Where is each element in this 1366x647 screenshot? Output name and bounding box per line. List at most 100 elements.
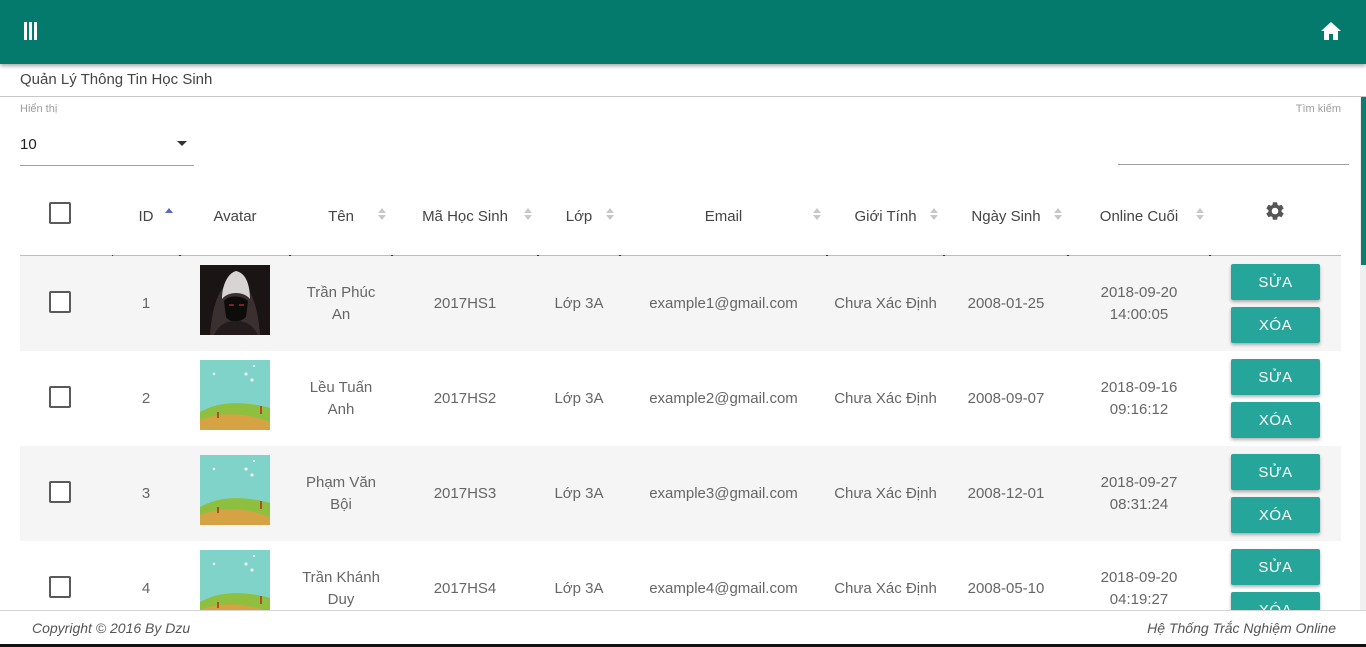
column-header-gender-label: Giới Tính [854, 207, 917, 225]
name-line: Trần Phúc [306, 283, 376, 301]
cell-name: Phạm Văn Bội [290, 446, 392, 541]
column-header-email-label: Email [704, 207, 743, 225]
search-label: Tìm kiếm [1295, 103, 1341, 115]
student-avatar [200, 265, 270, 335]
column-header-birthday[interactable]: Ngày Sinh [944, 176, 1068, 256]
cell-email: example1@gmail.com [649, 294, 798, 312]
edit-button[interactable]: SỬA [1231, 549, 1320, 585]
gear-icon[interactable] [1264, 200, 1286, 222]
cell-student-code: 2017HS3 [433, 484, 497, 502]
title-divider [0, 96, 1366, 97]
menu-bars-icon[interactable] [24, 22, 40, 42]
column-header-avatar: Avatar [180, 176, 290, 256]
cell-class: Lớp 3A [554, 484, 604, 502]
system-name: Hệ Thống Trắc Nghiệm Online [1147, 620, 1336, 636]
search-input[interactable] [1118, 134, 1349, 165]
sort-icon[interactable] [1054, 208, 1062, 222]
column-header-student-code-label: Mã Học Sinh [422, 207, 508, 225]
cell-gender: Chưa Xác Định [834, 579, 937, 597]
column-header-birthday-label: Ngày Sinh [971, 207, 1041, 225]
row-checkbox[interactable] [49, 576, 71, 598]
cell-student-code: 2017HS2 [433, 389, 497, 407]
cell-class: Lớp 3A [554, 389, 604, 407]
student-avatar [200, 360, 270, 430]
cell-id: 2 [141, 389, 151, 407]
online-date: 2018-09-27 [1100, 473, 1178, 491]
name-line: Duy [327, 590, 355, 608]
cell-email: example3@gmail.com [649, 484, 798, 502]
delete-button[interactable]: XÓA [1231, 497, 1320, 533]
cell-class: Lớp 3A [554, 294, 604, 312]
sort-icon[interactable] [813, 208, 821, 222]
cell-id: 1 [141, 294, 151, 312]
edit-button[interactable]: SỬA [1231, 454, 1320, 490]
online-date: 2018-09-20 [1100, 283, 1178, 301]
student-avatar [200, 455, 270, 525]
online-time: 04:19:27 [1109, 590, 1169, 608]
top-app-bar [0, 0, 1366, 64]
edit-button[interactable]: SỬA [1231, 264, 1320, 300]
table-row: 1 Trần Phúc An 2017HS1 Lớp 3A example1@gm… [20, 256, 1341, 351]
cell-last-online: 2018-09-20 14:00:05 [1068, 256, 1210, 351]
scrollbar-thumb[interactable] [1361, 97, 1366, 265]
column-header-last-online[interactable]: Online Cuối [1068, 176, 1210, 256]
copyright-text: Copyright © 2016 By Dzu [32, 620, 191, 636]
table-row: 2 Lều Tuấn Anh 2017HS2 Lớp 3A example2@gm… [20, 351, 1341, 446]
cell-name: Trần Phúc An [290, 256, 392, 351]
column-header-email[interactable]: Email [620, 176, 827, 256]
column-header-student-code[interactable]: Mã Học Sinh [392, 176, 538, 256]
row-checkbox[interactable] [49, 291, 71, 313]
online-time: 09:16:12 [1109, 400, 1169, 418]
page-size-select[interactable]: 10 [20, 128, 194, 166]
sort-icon[interactable] [378, 208, 386, 222]
name-line: Anh [327, 400, 355, 418]
sort-icon[interactable] [524, 208, 532, 222]
table-header: ID Avatar Tên Mã Học Sinh Lớp Email Giới… [20, 176, 1341, 256]
home-icon[interactable] [1320, 21, 1342, 41]
cell-email: example4@gmail.com [649, 579, 798, 597]
cell-email: example2@gmail.com [649, 389, 798, 407]
column-header-class-label: Lớp [565, 207, 593, 225]
column-header-name[interactable]: Tên [290, 176, 392, 256]
page-size-label: Hiển thị [20, 103, 58, 115]
cell-last-online: 2018-09-20 04:19:27 [1068, 541, 1210, 610]
online-date: 2018-09-20 [1100, 568, 1178, 586]
caret-down-icon [177, 141, 187, 146]
cell-birthday: 2008-12-01 [967, 484, 1045, 502]
edit-button[interactable]: SỬA [1231, 359, 1320, 395]
page-size-value: 10 [20, 136, 37, 153]
online-time: 08:31:24 [1109, 495, 1169, 513]
select-all-checkbox[interactable] [49, 202, 71, 224]
cell-name: Lều Tuấn Anh [290, 351, 392, 446]
name-line: Bội [330, 495, 352, 513]
table-row: 3 Phạm Văn Bội 2017HS3 Lớp 3A example3@gm… [20, 446, 1341, 541]
cell-id: 3 [141, 484, 151, 502]
table-row: 4 Trần Khánh Duy 2017HS4 Lớp 3A example4@… [20, 541, 1341, 610]
sort-icon[interactable] [1196, 208, 1204, 222]
sort-asc-icon[interactable] [165, 208, 173, 222]
cell-student-code: 2017HS1 [433, 294, 497, 312]
cell-last-online: 2018-09-27 08:31:24 [1068, 446, 1210, 541]
sort-icon[interactable] [930, 208, 938, 222]
online-time: 14:00:05 [1109, 305, 1169, 323]
cell-birthday: 2008-05-10 [967, 579, 1045, 597]
name-line: Trần Khánh [302, 568, 380, 586]
name-line: Lều Tuấn [309, 378, 373, 396]
name-line: An [331, 305, 351, 323]
row-checkbox[interactable] [49, 386, 71, 408]
student-avatar [200, 550, 270, 610]
delete-button[interactable]: XÓA [1231, 307, 1320, 343]
column-header-id-label: ID [138, 207, 154, 225]
column-header-gender[interactable]: Giới Tính [827, 176, 944, 256]
footer: Copyright © 2016 By Dzu Hệ Thống Trắc Ng… [0, 610, 1366, 647]
cell-gender: Chưa Xác Định [834, 484, 937, 502]
cell-birthday: 2008-09-07 [967, 389, 1045, 407]
cell-id: 4 [141, 579, 151, 597]
sort-icon[interactable] [606, 208, 614, 222]
delete-button[interactable]: XÓA [1231, 592, 1320, 610]
row-checkbox[interactable] [49, 481, 71, 503]
cell-student-code: 2017HS4 [433, 579, 497, 597]
page-title: Quản Lý Thông Tin Học Sinh [20, 71, 213, 88]
name-line: Phạm Văn [305, 473, 377, 491]
delete-button[interactable]: XÓA [1231, 402, 1320, 438]
